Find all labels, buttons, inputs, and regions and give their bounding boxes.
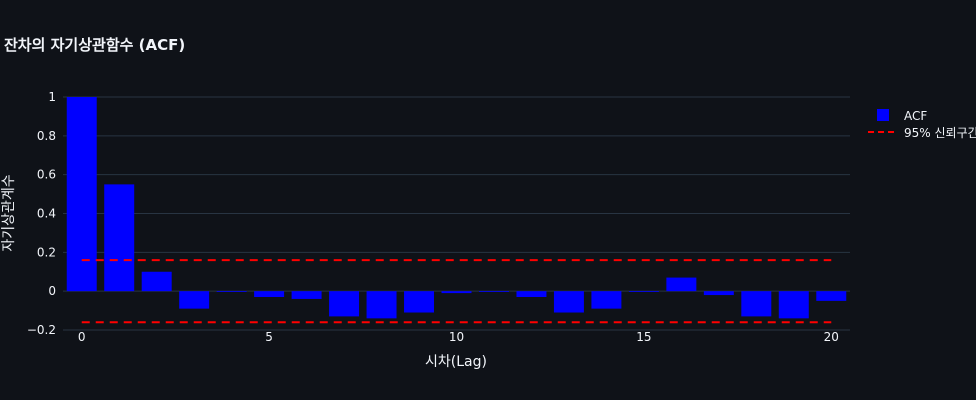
- acf-bar[interactable]: [628, 291, 659, 292]
- legend[interactable]: ACF 95% 신뢰구간: [868, 109, 976, 140]
- acf-bar[interactable]: [141, 271, 172, 292]
- acf-bar[interactable]: [216, 291, 247, 292]
- legend-acf-swatch: [877, 109, 889, 121]
- x-tick-label: 5: [265, 330, 273, 344]
- x-tick-label: 10: [449, 330, 464, 344]
- acf-bar[interactable]: [516, 291, 547, 297]
- x-tick-label: 20: [824, 330, 839, 344]
- acf-bar[interactable]: [366, 291, 397, 319]
- y-tick-label: 0: [48, 284, 56, 298]
- y-tick-label: −0.2: [27, 323, 56, 337]
- y-tick-label: 0.4: [37, 207, 56, 221]
- acf-bar[interactable]: [741, 291, 772, 317]
- bar-layer: [66, 97, 847, 319]
- x-axis-label: 시차(Lag): [425, 354, 487, 370]
- acf-bar[interactable]: [404, 291, 435, 313]
- y-tick-label: 0.8: [37, 129, 56, 143]
- acf-chart: 잔차의 자기상관함수 (ACF) 1 0.8 0.6 0.4 0.2 0 −0.2 0 5 10 1…: [1, 36, 976, 370]
- legend-acf-label[interactable]: ACF: [904, 109, 927, 123]
- acf-bar[interactable]: [329, 291, 360, 317]
- y-tick-label: 0.6: [37, 168, 56, 182]
- acf-bar[interactable]: [478, 291, 509, 292]
- legend-ci-label[interactable]: 95% 신뢰구간: [904, 126, 976, 140]
- y-tick-label: 1: [48, 90, 56, 104]
- acf-bar[interactable]: [778, 291, 809, 319]
- acf-bar[interactable]: [553, 291, 584, 313]
- acf-bar[interactable]: [816, 291, 847, 301]
- acf-bar[interactable]: [254, 291, 285, 297]
- acf-bar[interactable]: [179, 291, 210, 309]
- acf-bar[interactable]: [591, 291, 622, 309]
- acf-bar[interactable]: [666, 277, 697, 292]
- acf-bar[interactable]: [104, 184, 135, 292]
- y-axis-label: 자기상관계수: [1, 174, 17, 251]
- acf-bar[interactable]: [291, 291, 322, 299]
- x-tick-label: 15: [636, 330, 651, 344]
- acf-bar[interactable]: [441, 291, 472, 294]
- acf-bar[interactable]: [703, 291, 734, 296]
- x-tick-label: 0: [78, 330, 86, 344]
- acf-bar[interactable]: [66, 97, 97, 292]
- y-tick-label: 0.2: [37, 245, 56, 259]
- chart-container: 잔차의 자기상관함수 (ACF) 1 0.8 0.6 0.4 0.2 0 −0.2 0 5 10 1…: [0, 0, 976, 400]
- chart-title: 잔차의 자기상관함수 (ACF): [4, 36, 185, 54]
